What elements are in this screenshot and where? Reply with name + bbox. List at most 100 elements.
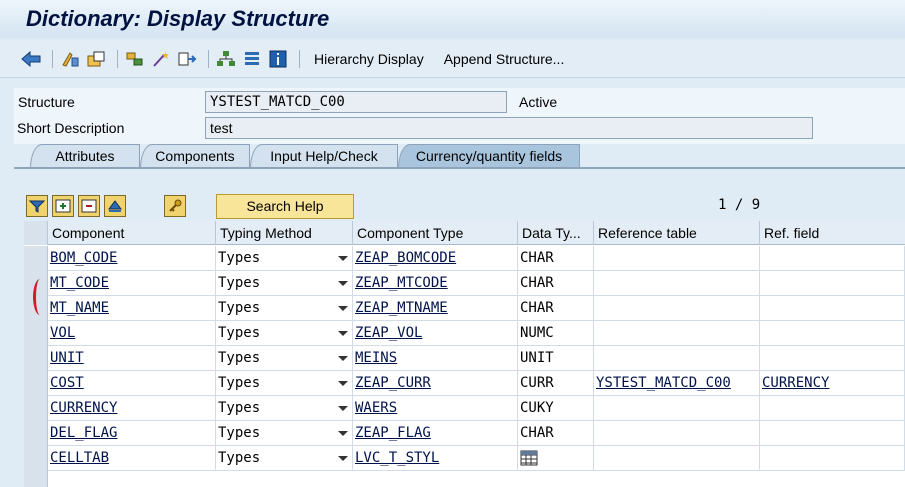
typing-method-cell[interactable]: Types bbox=[216, 296, 353, 321]
table-row[interactable]: CURRENCY Types WAERS CUKY bbox=[24, 396, 905, 421]
row-selector[interactable] bbox=[24, 446, 48, 471]
table-row[interactable]: MT_CODE Types ZEAP_MTCODE CHAR bbox=[24, 271, 905, 296]
table-row[interactable]: UNIT Types MEINS UNIT bbox=[24, 346, 905, 371]
typing-method-cell[interactable]: Types bbox=[216, 446, 353, 471]
reference-table-cell-text[interactable]: YSTEST_MATCD_C00 bbox=[596, 375, 731, 391]
short-description-field[interactable]: test bbox=[205, 117, 813, 139]
component-cell-text[interactable]: CURRENCY bbox=[50, 400, 117, 416]
dropdown-arrow-icon[interactable] bbox=[338, 431, 348, 436]
reference-table-cell bbox=[594, 296, 760, 321]
toolbar-separator bbox=[208, 49, 209, 68]
dropdown-arrow-icon[interactable] bbox=[338, 281, 348, 286]
table-row-empty[interactable] bbox=[24, 471, 905, 487]
typing-method-cell[interactable]: Types bbox=[216, 246, 353, 271]
append-structure-button[interactable]: Append Structure... bbox=[444, 51, 565, 67]
dropdown-arrow-icon[interactable] bbox=[338, 381, 348, 386]
key-icon[interactable] bbox=[164, 195, 186, 217]
table-row[interactable]: DEL_FLAG Types ZEAP_FLAG CHAR bbox=[24, 421, 905, 446]
filter-icon[interactable] bbox=[26, 195, 48, 217]
dropdown-arrow-icon[interactable] bbox=[338, 306, 348, 311]
ref-field-cell-text[interactable]: CURRENCY bbox=[762, 375, 829, 391]
row-selector[interactable] bbox=[24, 371, 48, 396]
component-cell-text[interactable]: UNIT bbox=[50, 350, 84, 366]
tab-currency-quantity-fields[interactable]: Currency/quantity fields bbox=[398, 144, 580, 168]
row-selector[interactable] bbox=[24, 396, 48, 421]
hierarchy-icon[interactable] bbox=[215, 48, 237, 70]
component-type-cell-text[interactable]: ZEAP_FLAG bbox=[355, 425, 431, 441]
row-selector[interactable] bbox=[24, 346, 48, 371]
ref-field-cell bbox=[760, 296, 905, 321]
component-cell-text[interactable]: COST bbox=[50, 375, 84, 391]
component-cell-text[interactable]: BOM_CODE bbox=[50, 250, 117, 266]
reference-table-cell bbox=[594, 421, 760, 446]
where-used-icon[interactable] bbox=[176, 48, 198, 70]
component-cell-text[interactable]: VOL bbox=[50, 325, 75, 341]
component-type-cell-text[interactable]: ZEAP_BOMCODE bbox=[355, 250, 456, 266]
component-type-cell-text[interactable]: ZEAP_CURR bbox=[355, 375, 431, 391]
component-cell: MT_NAME bbox=[48, 296, 216, 321]
dropdown-arrow-icon[interactable] bbox=[338, 331, 348, 336]
typing-method-cell[interactable]: Types bbox=[216, 321, 353, 346]
delete-row-icon[interactable] bbox=[78, 195, 100, 217]
insert-row-icon[interactable] bbox=[52, 195, 74, 217]
data-type-cell-text: CHAR bbox=[520, 275, 554, 291]
component-type-cell: MEINS bbox=[353, 346, 518, 371]
col-data-type[interactable]: Data Ty... bbox=[518, 221, 594, 245]
col-typing-method[interactable]: Typing Method bbox=[216, 221, 353, 245]
red-bracket-annotation bbox=[33, 279, 47, 315]
dropdown-arrow-icon[interactable] bbox=[338, 406, 348, 411]
table-toolbar bbox=[26, 194, 190, 218]
select-all-cell[interactable] bbox=[24, 221, 48, 245]
move-up-icon[interactable] bbox=[104, 195, 126, 217]
table-row[interactable]: CELLTAB Types LVC_T_STYL bbox=[24, 446, 905, 471]
dropdown-arrow-icon[interactable] bbox=[338, 456, 348, 461]
col-reference-table[interactable]: Reference table bbox=[594, 221, 760, 245]
back-arrow-icon[interactable] bbox=[20, 48, 42, 70]
other-object-icon[interactable] bbox=[85, 48, 107, 70]
search-help-button[interactable]: Search Help bbox=[216, 194, 354, 219]
table-row[interactable]: BOM_CODE Types ZEAP_BOMCODE CHAR bbox=[24, 246, 905, 271]
dropdown-arrow-icon[interactable] bbox=[338, 356, 348, 361]
tab-attributes[interactable]: Attributes bbox=[30, 144, 140, 168]
typing-method-cell[interactable]: Types bbox=[216, 346, 353, 371]
display-change-icon[interactable] bbox=[59, 48, 81, 70]
tab-components[interactable]: Components bbox=[140, 144, 250, 168]
col-ref-field[interactable]: Ref. field bbox=[760, 221, 905, 245]
component-cell: UNIT bbox=[48, 346, 216, 371]
typing-method-cell[interactable]: Types bbox=[216, 421, 353, 446]
component-type-cell-text[interactable]: LVC_T_STYL bbox=[355, 450, 439, 466]
typing-method-cell[interactable]: Types bbox=[216, 371, 353, 396]
typing-method-cell-text: Types bbox=[218, 325, 261, 341]
dropdown-arrow-icon[interactable] bbox=[338, 256, 348, 261]
component-type-cell-text[interactable]: ZEAP_MTCODE bbox=[355, 275, 448, 291]
row-selector[interactable] bbox=[24, 246, 48, 271]
component-type-cell-text[interactable]: ZEAP_VOL bbox=[355, 325, 422, 341]
tab-input-help-check[interactable]: Input Help/Check bbox=[250, 144, 398, 168]
col-component-type[interactable]: Component Type bbox=[353, 221, 518, 245]
row-selector[interactable] bbox=[24, 471, 48, 487]
component-type-cell-text[interactable]: WAERS bbox=[355, 400, 397, 416]
table-row[interactable]: COST Types ZEAP_CURR CURR YSTEST_MATCD_C00 CU… bbox=[24, 371, 905, 396]
component-cell: DEL_FLAG bbox=[48, 421, 216, 446]
component-cell-text[interactable]: CELLTAB bbox=[50, 450, 109, 466]
hierarchy-display-button[interactable]: Hierarchy Display bbox=[314, 51, 424, 67]
component-type-cell-text[interactable]: ZEAP_MTNAME bbox=[355, 300, 448, 316]
component-type-cell-text[interactable]: MEINS bbox=[355, 350, 397, 366]
info-icon[interactable] bbox=[267, 48, 289, 70]
typing-method-cell[interactable]: Types bbox=[216, 396, 353, 421]
row-selector[interactable] bbox=[24, 421, 48, 446]
component-type-cell: ZEAP_VOL bbox=[353, 321, 518, 346]
typing-method-cell[interactable]: Types bbox=[216, 271, 353, 296]
table-row[interactable]: VOL Types ZEAP_VOL NUMC bbox=[24, 321, 905, 346]
col-component[interactable]: Component bbox=[48, 221, 216, 245]
component-cell-text[interactable]: MT_NAME bbox=[50, 300, 109, 316]
check-icon[interactable] bbox=[124, 48, 146, 70]
activate-wand-icon[interactable] bbox=[150, 48, 172, 70]
row-selector[interactable] bbox=[24, 321, 48, 346]
component-cell-text[interactable]: MT_CODE bbox=[50, 275, 109, 291]
table-type-icon bbox=[520, 450, 538, 466]
list-icon[interactable] bbox=[241, 48, 263, 70]
component-cell-text[interactable]: DEL_FLAG bbox=[50, 425, 117, 441]
structure-field[interactable]: YSTEST_MATCD_C00 bbox=[205, 91, 507, 113]
table-row[interactable]: MT_NAME Types ZEAP_MTNAME CHAR bbox=[24, 296, 905, 321]
